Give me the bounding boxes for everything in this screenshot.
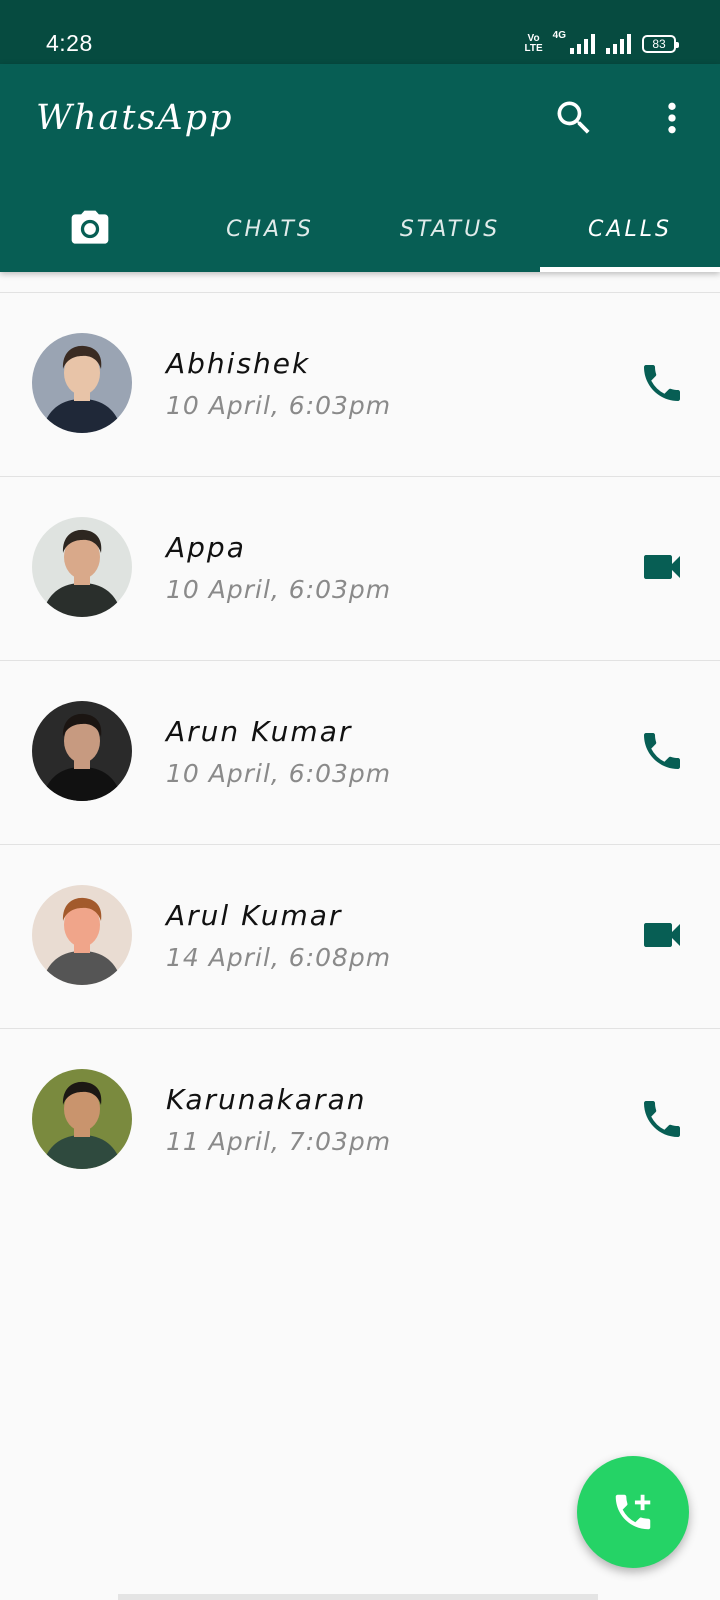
volte-icon: Vo LTE xyxy=(524,33,543,54)
contact-name: Arul Kumar xyxy=(166,899,343,932)
avatar-photo xyxy=(32,333,132,433)
app-bar: WhatsApp CHATS STATUS CALLS xyxy=(0,64,720,272)
call-row[interactable]: Arun Kumar 10 April, 6:03pm xyxy=(0,660,720,844)
voice-call-button[interactable] xyxy=(638,359,686,407)
call-row[interactable]: Appa 10 April, 6:03pm xyxy=(0,476,720,660)
status-bar: 4:28 Vo LTE 4G 83 xyxy=(0,0,720,64)
status-time: 4:28 xyxy=(46,30,93,56)
call-time: 10 April, 6:03pm xyxy=(166,759,392,788)
avatar-photo xyxy=(32,885,132,985)
status-icons: Vo LTE 4G 83 xyxy=(524,30,679,58)
gesture-nav-bar[interactable] xyxy=(118,1594,598,1600)
call-row[interactable]: Abhishek 10 April, 6:03pm xyxy=(0,292,720,476)
tab-calls[interactable]: CALLS xyxy=(540,186,720,272)
signal-icon-2 xyxy=(606,34,631,54)
call-row[interactable]: Arul Kumar 14 April, 6:08pm xyxy=(0,844,720,1028)
call-time: 10 April, 6:03pm xyxy=(166,391,392,420)
avatar[interactable] xyxy=(32,517,132,617)
tab-camera[interactable] xyxy=(0,186,180,272)
network-type-label: 4G xyxy=(552,30,566,41)
contact-name: Karunakaran xyxy=(166,1083,367,1116)
battery-icon: 83 xyxy=(642,35,679,53)
video-call-button[interactable] xyxy=(638,911,686,959)
avatar-photo xyxy=(32,1069,132,1169)
signal-icon xyxy=(570,34,595,54)
search-button[interactable] xyxy=(552,96,596,140)
avatar-photo xyxy=(32,517,132,617)
call-time: 11 April, 7:03pm xyxy=(166,1127,392,1156)
voice-call-button[interactable] xyxy=(638,727,686,775)
call-row[interactable]: Karunakaran 11 April, 7:03pm xyxy=(0,1028,720,1212)
more-options-button[interactable] xyxy=(652,96,692,140)
contact-name: Abhishek xyxy=(166,347,311,380)
contact-name: Appa xyxy=(166,531,246,564)
avatar-photo xyxy=(32,701,132,801)
search-icon xyxy=(557,101,590,134)
call-time: 14 April, 6:08pm xyxy=(166,943,392,972)
add-call-icon xyxy=(615,1494,651,1530)
video-call-button[interactable] xyxy=(638,543,686,591)
calls-list: Abhishek 10 April, 6:03pm Appa 10 April,… xyxy=(0,292,720,1212)
phone-icon xyxy=(644,733,680,769)
avatar[interactable] xyxy=(32,333,132,433)
video-call-icon xyxy=(644,923,680,947)
phone-icon xyxy=(644,365,680,401)
tab-bar: CHATS STATUS CALLS xyxy=(0,186,720,272)
video-call-icon xyxy=(644,555,680,579)
new-call-button[interactable] xyxy=(577,1456,689,1568)
call-time: 10 April, 6:03pm xyxy=(166,575,392,604)
tab-status[interactable]: STATUS xyxy=(360,186,540,272)
tab-chats[interactable]: CHATS xyxy=(180,186,360,272)
contact-name: Arun Kumar xyxy=(166,715,353,748)
app-title: WhatsApp xyxy=(36,98,234,138)
avatar[interactable] xyxy=(32,1069,132,1169)
more-vert-icon xyxy=(668,102,676,134)
phone-icon xyxy=(644,1101,680,1137)
voice-call-button[interactable] xyxy=(638,1095,686,1143)
avatar[interactable] xyxy=(32,885,132,985)
active-tab-indicator xyxy=(540,267,720,272)
avatar[interactable] xyxy=(32,701,132,801)
camera-icon xyxy=(71,210,109,244)
